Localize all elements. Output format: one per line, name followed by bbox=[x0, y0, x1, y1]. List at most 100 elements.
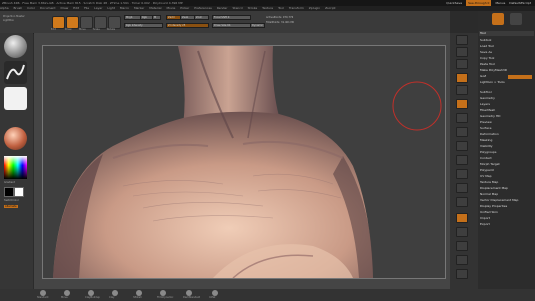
subtool-item[interactable]: Masking bbox=[480, 138, 492, 142]
material-thumbnail[interactable] bbox=[4, 127, 27, 150]
menu-item[interactable]: Alpha bbox=[0, 6, 9, 10]
shelf-button[interactable] bbox=[456, 227, 468, 237]
subtool-item[interactable]: Geometry bbox=[480, 96, 495, 100]
menu-item[interactable]: Zplugin bbox=[309, 6, 320, 10]
alternate-button[interactable]: Alternate bbox=[4, 205, 18, 208]
primary-color-swatch[interactable] bbox=[14, 187, 24, 197]
shelf-button[interactable] bbox=[456, 169, 468, 179]
shelf-button[interactable] bbox=[456, 59, 468, 69]
shelf-button[interactable] bbox=[456, 73, 468, 83]
subtool-item[interactable]: Contact bbox=[480, 156, 492, 160]
zadd-toggle[interactable]: Zadd bbox=[166, 15, 181, 20]
menu-item[interactable]: Document bbox=[40, 6, 56, 10]
gradient-label[interactable]: Gradient bbox=[4, 181, 15, 184]
menu-item[interactable]: Draw bbox=[60, 6, 68, 10]
stroke-thumbnail[interactable] bbox=[4, 61, 27, 84]
subtool-item[interactable]: Polygroups bbox=[480, 150, 496, 154]
subtool-item[interactable]: SubTool bbox=[480, 90, 492, 94]
menu-item[interactable]: Texture bbox=[262, 6, 273, 10]
shelf-button[interactable] bbox=[456, 141, 468, 151]
tray-row[interactable]: Save As bbox=[480, 50, 492, 54]
menu-item[interactable]: Layer bbox=[94, 6, 102, 10]
menu-item[interactable]: Brush bbox=[14, 6, 23, 10]
shelf-button[interactable] bbox=[456, 35, 468, 45]
menu-item[interactable]: File bbox=[84, 6, 89, 10]
brush-button[interactable]: TrimDynamic bbox=[157, 290, 173, 299]
brush-button[interactable]: ClayBuildup bbox=[85, 290, 100, 299]
rotate-button[interactable]: Rotate bbox=[107, 16, 121, 31]
subtool-item[interactable]: Display Properties bbox=[480, 204, 507, 208]
brush-button[interactable]: hPolish bbox=[133, 290, 142, 299]
brush-button[interactable]: Clay bbox=[109, 290, 118, 299]
shelf-button[interactable] bbox=[456, 85, 468, 95]
menu-item[interactable]: Marker bbox=[134, 6, 144, 10]
brush-button[interactable]: DamStandard bbox=[183, 290, 200, 299]
draw-size-slider[interactable]: Draw Size 64 bbox=[212, 23, 251, 28]
subtool-item[interactable]: Unified Skin bbox=[480, 210, 498, 214]
brush-button[interactable]: Move bbox=[61, 290, 70, 299]
menu-item[interactable]: Render bbox=[217, 6, 228, 10]
menu-item[interactable]: Stencil bbox=[232, 6, 242, 10]
shelf-button[interactable] bbox=[456, 213, 468, 223]
switch-color-button[interactable]: SwitchColor bbox=[4, 199, 19, 202]
rgb-intensity-slider[interactable]: Rgb Intensity bbox=[124, 23, 163, 28]
subtool-item[interactable]: Geometry HD bbox=[480, 114, 500, 118]
menu-item[interactable]: Transform bbox=[289, 6, 304, 10]
menu-item[interactable]: Material bbox=[149, 6, 161, 10]
subtool-item[interactable]: Preview bbox=[480, 120, 492, 124]
menu-item[interactable]: Tool bbox=[278, 6, 284, 10]
brush-button[interactable]: Standard bbox=[37, 290, 48, 299]
alpha-thumbnail[interactable] bbox=[4, 87, 27, 110]
subtool-item[interactable]: Vector Displacement Map bbox=[480, 198, 518, 202]
zsub-toggle[interactable]: Zsub bbox=[180, 15, 195, 20]
menu-item[interactable]: Movie bbox=[166, 6, 175, 10]
edit-button[interactable]: Edit bbox=[51, 16, 65, 31]
subtool-item[interactable]: Normal Map bbox=[480, 192, 498, 196]
subtool-item[interactable]: Visibility bbox=[480, 144, 493, 148]
tray-row[interactable]: Paste Tool bbox=[480, 62, 495, 66]
menu-item[interactable]: Preferences bbox=[194, 6, 212, 10]
tray-row[interactable]: GoZ bbox=[480, 74, 486, 78]
zcut-toggle[interactable]: Zcut bbox=[194, 15, 209, 20]
move-button[interactable]: Move bbox=[79, 16, 93, 31]
shelf-button[interactable] bbox=[456, 183, 468, 193]
canvas-viewport[interactable] bbox=[42, 45, 446, 279]
shelf-button[interactable] bbox=[456, 113, 468, 123]
menu-item[interactable]: Stroke bbox=[248, 6, 258, 10]
tray-row[interactable]: Copy Tool bbox=[480, 56, 494, 60]
draw-button[interactable]: Draw bbox=[65, 16, 79, 31]
shelf-button[interactable] bbox=[456, 197, 468, 207]
subtool-item[interactable]: FiberMesh bbox=[480, 108, 495, 112]
subtool-item[interactable]: Surface bbox=[480, 126, 491, 130]
tray-row[interactable]: Load Tool bbox=[480, 44, 494, 48]
tool-thumbnail-alt[interactable] bbox=[510, 13, 522, 25]
scale-button[interactable]: Scale bbox=[93, 16, 107, 31]
subtool-item[interactable]: Import bbox=[480, 216, 490, 220]
tool-header[interactable]: Tool bbox=[479, 31, 534, 36]
menu-item[interactable]: Macro bbox=[120, 6, 129, 10]
shelf-button[interactable] bbox=[456, 241, 468, 251]
shelf-button[interactable] bbox=[456, 47, 468, 57]
menu-item[interactable]: Edit bbox=[73, 6, 79, 10]
subtool-item[interactable]: Texture Map bbox=[480, 180, 498, 184]
brush-button[interactable]: Inflat bbox=[209, 290, 218, 299]
tray-row[interactable]: Subtool bbox=[480, 38, 491, 42]
lightbox-button[interactable]: LightBox bbox=[3, 19, 33, 23]
shelf-button[interactable] bbox=[456, 269, 468, 279]
subtool-item[interactable]: Deformation bbox=[480, 132, 499, 136]
menu-item[interactable]: Zscript bbox=[325, 6, 335, 10]
z-intensity-slider[interactable]: Z Intensity 25 bbox=[166, 23, 209, 28]
shelf-button[interactable] bbox=[456, 155, 468, 165]
tray-row[interactable]: Make PolyMesh3D bbox=[480, 68, 507, 72]
tool-thumbnail[interactable] bbox=[492, 13, 504, 25]
dynamic-toggle[interactable]: Dynamic bbox=[250, 23, 265, 28]
subtool-item[interactable]: Displacement Map bbox=[480, 186, 508, 190]
shelf-button[interactable] bbox=[456, 99, 468, 109]
subtool-item[interactable]: Export bbox=[480, 222, 490, 226]
subtool-item[interactable]: Layers bbox=[480, 102, 490, 106]
menu-item[interactable]: Picker bbox=[180, 6, 189, 10]
brush-thumbnail[interactable] bbox=[4, 35, 27, 58]
shelf-button[interactable] bbox=[456, 127, 468, 137]
color-picker[interactable] bbox=[4, 156, 27, 179]
tray-row[interactable]: Lightbox > Tools bbox=[480, 80, 505, 84]
